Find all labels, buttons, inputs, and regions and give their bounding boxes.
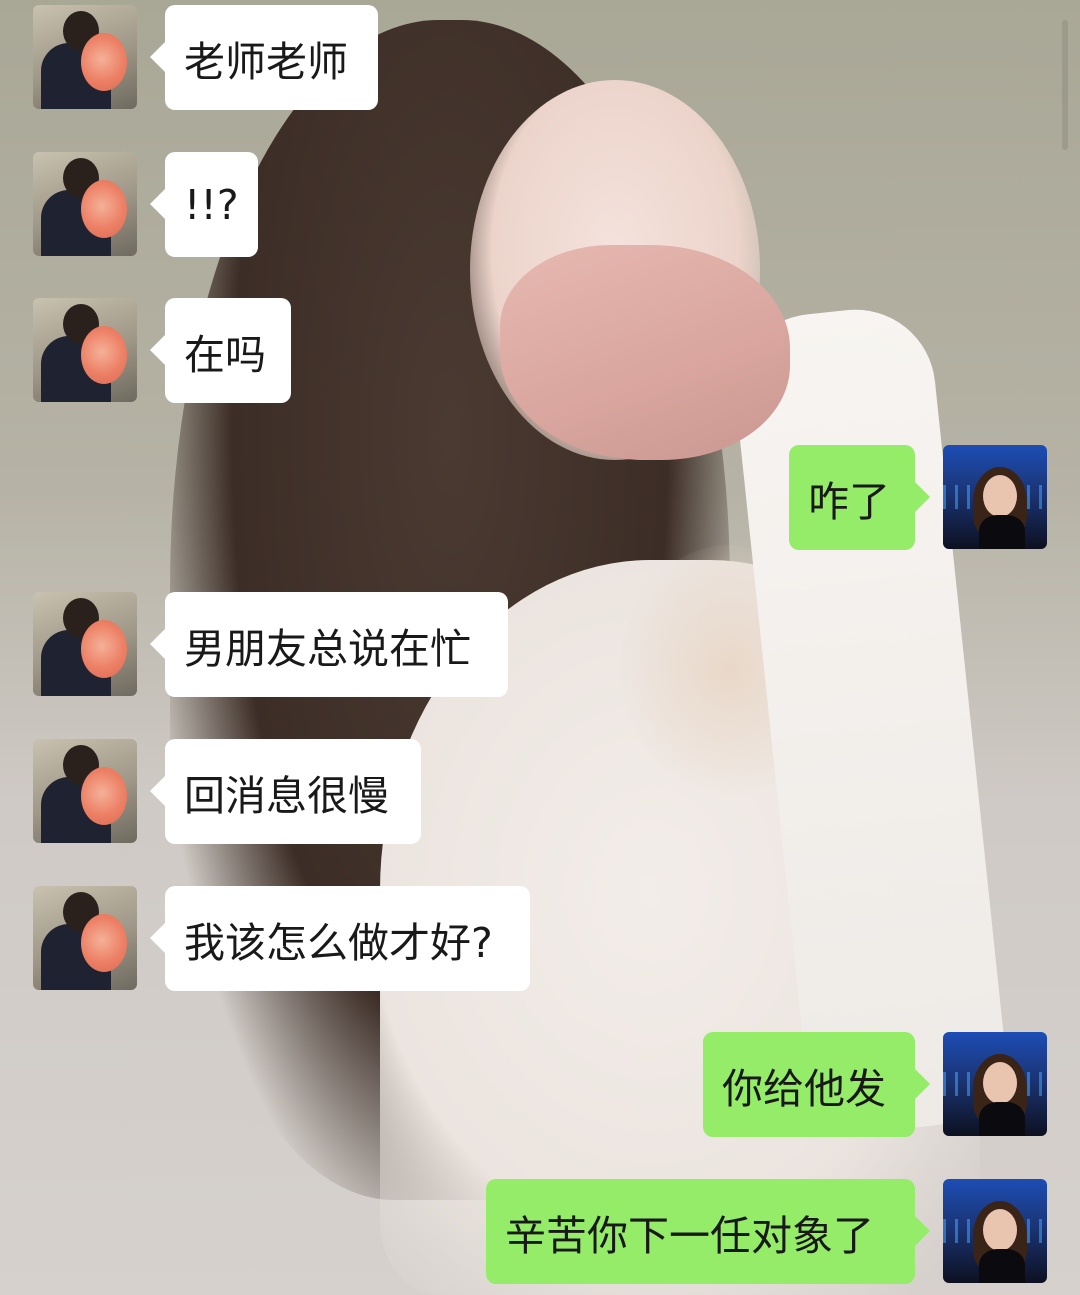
contact-avatar[interactable] [33, 592, 137, 696]
message-text: 辛苦你下一任对象了 [505, 1211, 874, 1260]
message-text: 老师老师 [184, 37, 348, 86]
contact-avatar[interactable] [33, 5, 137, 109]
message-text: 在吗 [184, 330, 266, 379]
message-text: 回消息很慢 [184, 771, 389, 820]
contact-avatar[interactable] [33, 152, 137, 256]
contact-avatar[interactable] [33, 298, 137, 402]
message-text: !!? [184, 180, 239, 229]
message-text: 咋了 [808, 477, 890, 526]
my-avatar[interactable] [943, 1032, 1047, 1136]
message-text: 我该怎么做才好? [184, 918, 493, 967]
message-bubble[interactable]: 男朋友总说在忙 [150, 592, 508, 697]
my-avatar[interactable] [943, 1179, 1047, 1283]
contact-avatar[interactable] [33, 886, 137, 990]
scrollbar[interactable] [1062, 20, 1068, 150]
message-text: 你给他发 [722, 1064, 886, 1113]
message-bubble[interactable]: 你给他发 [703, 1032, 930, 1137]
my-avatar[interactable] [943, 445, 1047, 549]
message-text: 男朋友总说在忙 [184, 624, 471, 673]
message-bubble[interactable]: 辛苦你下一任对象了 [486, 1179, 930, 1284]
message-bubble[interactable]: 老师老师 [150, 5, 378, 110]
wallpaper-mask [500, 245, 790, 460]
message-bubble[interactable]: 在吗 [150, 298, 291, 403]
message-bubble[interactable]: 我该怎么做才好? [150, 886, 530, 991]
message-bubble[interactable]: 咋了 [789, 445, 930, 550]
message-bubble[interactable]: 回消息很慢 [150, 739, 421, 844]
contact-avatar[interactable] [33, 739, 137, 843]
message-bubble[interactable]: !!? [150, 152, 258, 257]
